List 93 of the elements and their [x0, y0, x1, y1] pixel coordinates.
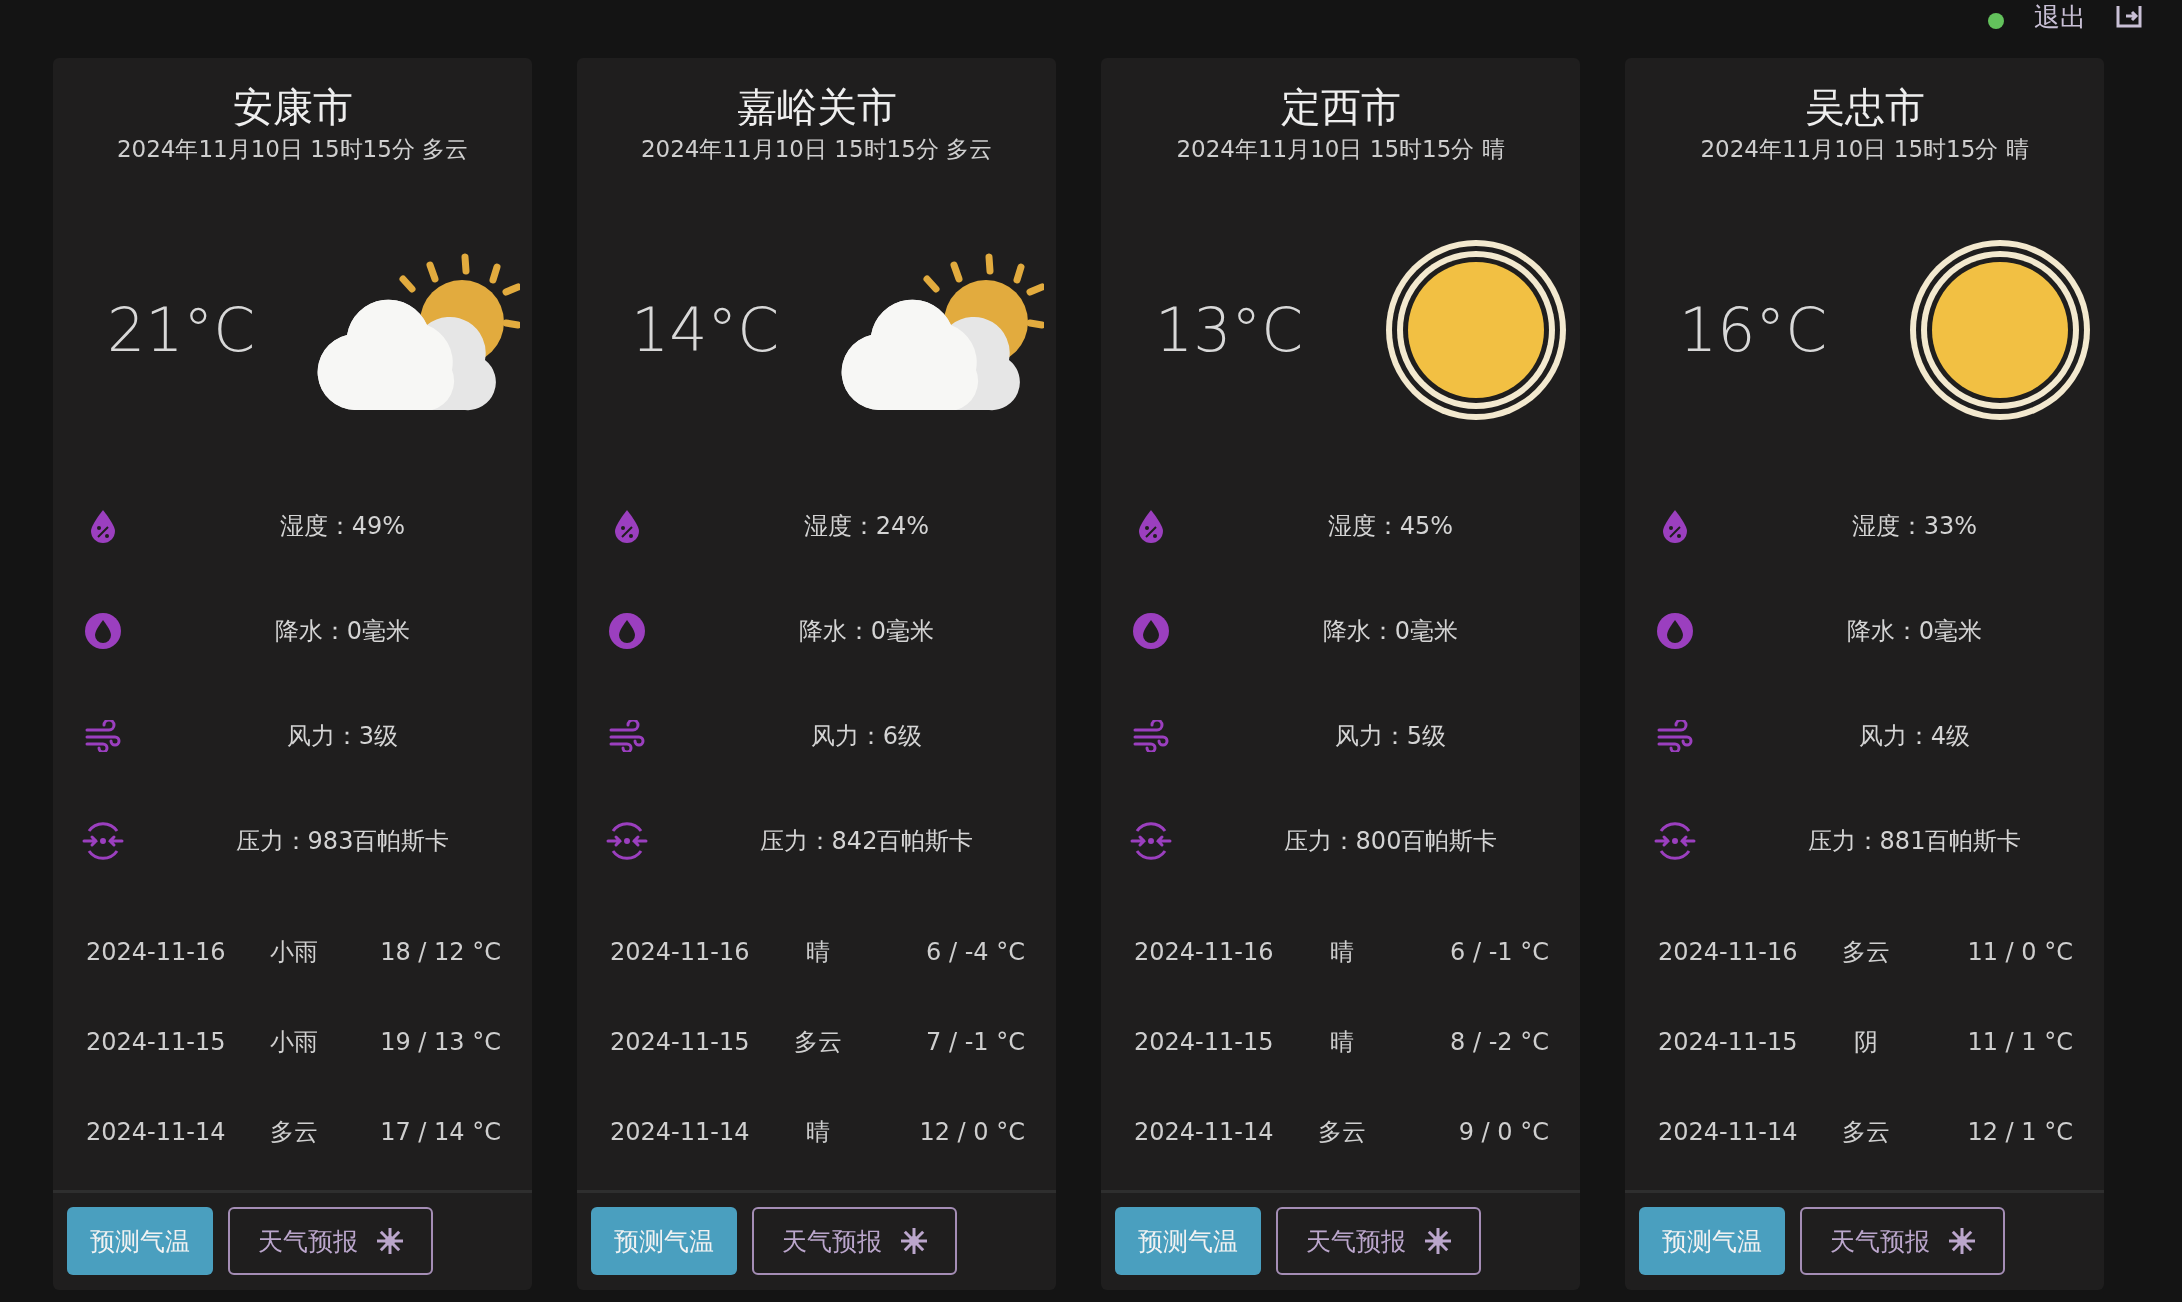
forecast-weather: 多云	[269, 1117, 318, 1148]
stat-text: 风力：5级	[1334, 720, 1447, 752]
forecast-date: 2024-11-16	[610, 938, 750, 966]
city-name: 安康市	[232, 83, 353, 132]
forecast-weather: 晴	[805, 1117, 830, 1148]
forecast-weather: 多云	[1841, 937, 1890, 968]
temperature: 16°C	[1679, 294, 1828, 365]
stat-text: 压力：800百帕斯卡	[1283, 825, 1498, 857]
sun-icon	[1908, 237, 2092, 422]
stat-text: 降水：0毫米	[274, 615, 411, 647]
stat-text: 降水：0毫米	[1846, 615, 1983, 647]
forecast-weather: 晴	[805, 937, 830, 968]
stat-text: 降水：0毫米	[798, 615, 935, 647]
forecast-temps: 6 / -1 °C	[1450, 938, 1549, 966]
forecast-weather: 晴	[1329, 1027, 1354, 1058]
wind-icon	[1133, 719, 1169, 752]
forecast-weather: 多云	[1317, 1117, 1366, 1148]
stat-text: 压力：983百帕斯卡	[235, 825, 450, 857]
wind-icon	[609, 719, 645, 752]
stat-text: 压力：881百帕斯卡	[1807, 825, 2022, 857]
forecast-weather: 多云	[1841, 1117, 1890, 1148]
city-name: 吴忠市	[1804, 83, 1925, 132]
stat-text: 湿度：45%	[1327, 510, 1454, 542]
forecast-button[interactable]: 天气预报	[752, 1207, 957, 1275]
humidity-icon	[1662, 508, 1688, 543]
status-dot	[1988, 13, 2004, 29]
water-drop-icon	[1132, 611, 1170, 650]
pressure-icon	[1129, 820, 1173, 861]
logout-link[interactable]: 退出	[2034, 2, 2086, 32]
temperature: 13°C	[1155, 294, 1304, 365]
wind-icon	[85, 719, 121, 752]
stat-text: 湿度：33%	[1851, 510, 1978, 542]
forecast-temps: 17 / 14 °C	[380, 1118, 501, 1146]
forecast-date: 2024-11-15	[1134, 1028, 1274, 1056]
forecast-date: 2024-11-14	[1658, 1118, 1798, 1146]
update-time: 2024年11月10日 15时15分 晴	[1700, 135, 2029, 164]
forecast-temps: 11 / 1 °C	[1967, 1028, 2073, 1056]
forecast-temps: 11 / 0 °C	[1967, 938, 2073, 966]
forecast-date: 2024-11-14	[610, 1118, 750, 1146]
forecast-button[interactable]: 天气预报	[1800, 1207, 2005, 1275]
weather-icon	[1947, 1227, 1976, 1255]
water-drop-icon	[84, 611, 122, 650]
stat-text: 湿度：24%	[803, 510, 930, 542]
forecast-date: 2024-11-14	[86, 1118, 226, 1146]
forecast-date: 2024-11-15	[86, 1028, 226, 1056]
forecast-date: 2024-11-15	[610, 1028, 750, 1056]
forecast-temps: 19 / 13 °C	[380, 1028, 501, 1056]
logout-icon[interactable]	[2116, 6, 2142, 28]
forecast-temps: 12 / 1 °C	[1967, 1118, 2073, 1146]
forecast-temps: 9 / 0 °C	[1458, 1118, 1549, 1146]
stat-text: 降水：0毫米	[1322, 615, 1459, 647]
pressure-icon	[605, 820, 649, 861]
humidity-icon	[614, 508, 640, 543]
humidity-icon	[1138, 508, 1164, 543]
city-name: 嘉峪关市	[736, 83, 897, 132]
forecast-date: 2024-11-14	[1134, 1118, 1274, 1146]
forecast-weather: 阴	[1853, 1027, 1878, 1058]
forecast-temps: 18 / 12 °C	[380, 938, 501, 966]
humidity-icon	[90, 508, 116, 543]
forecast-button[interactable]: 天气预报	[228, 1207, 433, 1275]
pressure-icon	[1653, 820, 1697, 861]
update-time: 2024年11月10日 15时15分 多云	[640, 135, 993, 164]
forecast-temps: 7 / -1 °C	[926, 1028, 1025, 1056]
forecast-temps: 6 / -4 °C	[926, 938, 1025, 966]
city-name: 定西市	[1280, 83, 1401, 132]
update-time: 2024年11月10日 15时15分 多云	[116, 135, 469, 164]
weather-icon	[1423, 1227, 1452, 1255]
stat-text: 风力：6级	[810, 720, 923, 752]
weather-icon	[899, 1227, 928, 1255]
stat-text: 风力：4级	[1858, 720, 1971, 752]
forecast-temps: 12 / 0 °C	[919, 1118, 1025, 1146]
forecast-weather: 多云	[793, 1027, 842, 1058]
forecast-date: 2024-11-16	[1658, 938, 1798, 966]
pressure-icon	[81, 820, 125, 861]
temperature: 14°C	[631, 294, 780, 365]
stat-text: 风力：3级	[286, 720, 399, 752]
weather-icon	[375, 1227, 404, 1255]
temperature: 21°C	[107, 294, 256, 365]
forecast-date: 2024-11-15	[1658, 1028, 1798, 1056]
forecast-button[interactable]: 天气预报	[1276, 1207, 1481, 1275]
wind-icon	[1657, 719, 1693, 752]
forecast-weather: 小雨	[269, 937, 318, 968]
sun-icon	[1384, 237, 1568, 422]
water-drop-icon	[1656, 611, 1694, 650]
forecast-date: 2024-11-16	[86, 938, 226, 966]
forecast-temps: 8 / -2 °C	[1450, 1028, 1549, 1056]
stat-text: 压力：842百帕斯卡	[759, 825, 974, 857]
forecast-weather: 小雨	[269, 1027, 318, 1058]
stat-text: 湿度：49%	[279, 510, 406, 542]
update-time: 2024年11月10日 15时15分 晴	[1176, 135, 1505, 164]
water-drop-icon	[608, 611, 646, 650]
forecast-date: 2024-11-16	[1134, 938, 1274, 966]
forecast-weather: 晴	[1329, 937, 1354, 968]
